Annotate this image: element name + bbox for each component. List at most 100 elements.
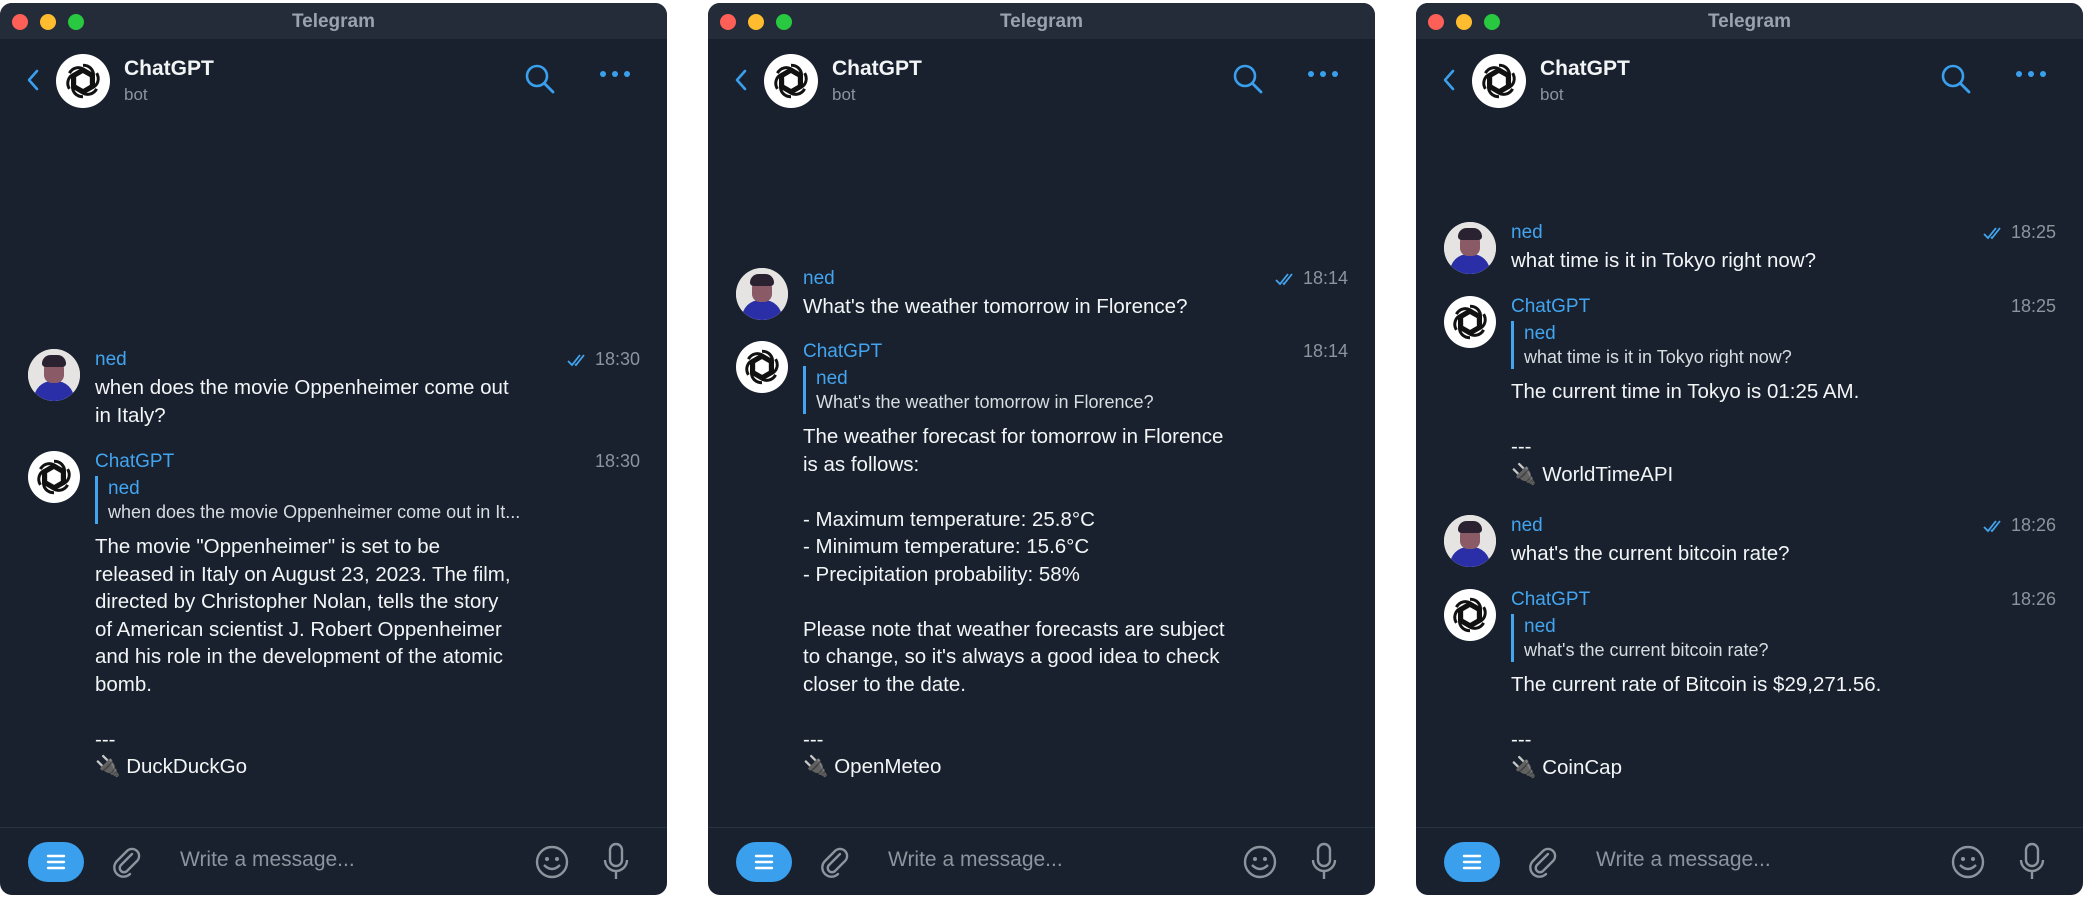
attach-icon[interactable] (112, 846, 142, 883)
chat-subtitle: bot (832, 85, 856, 104)
microphone-icon[interactable] (2019, 842, 2045, 887)
message-ned[interactable]: ned 18:25 what time is it in Tokyo right… (1444, 222, 2056, 278)
bot-menu-button[interactable] (28, 842, 84, 882)
message-input[interactable]: Write a message... (180, 848, 355, 872)
search-icon[interactable] (1940, 63, 1972, 100)
message-sender[interactable]: ChatGPT (1511, 589, 1590, 611)
composer: Write a message... (708, 827, 1375, 895)
message-time: 18:25 (2010, 296, 2056, 316)
window-title: Telegram (999, 11, 1084, 32)
avatar[interactable] (1444, 515, 1496, 567)
read-check-icon (1983, 519, 2001, 532)
chat-avatar[interactable] (56, 54, 110, 108)
reply-text: what time is it in Tokyo right now? (1524, 347, 1792, 367)
avatar[interactable] (28, 451, 80, 503)
title-bar: Telegram (1416, 3, 2083, 39)
message-sender[interactable]: ChatGPT (803, 341, 882, 363)
message-chatgpt[interactable]: ChatGPT 18:26 ned what's the current bit… (1444, 589, 2056, 789)
message-text: when does the movie Oppenheimer come out… (95, 376, 509, 427)
reply-quote[interactable]: ned what's the current bitcoin rate? (1511, 614, 1984, 662)
read-check-icon (1275, 272, 1293, 285)
more-options-icon[interactable] (1308, 71, 1338, 77)
message-time: 18:26 (2010, 589, 2056, 609)
read-check-icon (567, 353, 585, 366)
message-chatgpt[interactable]: ChatGPT 18:14 ned What's the weather tom… (736, 341, 1348, 791)
message-sender[interactable]: ned (1511, 222, 1543, 244)
avatar[interactable] (28, 349, 80, 401)
chat-avatar[interactable] (764, 54, 818, 108)
message-chatgpt[interactable]: ChatGPT 18:25 ned what time is it in Tok… (1444, 296, 2056, 486)
message-ned[interactable]: ned 18:30 when does the movie Oppenheime… (28, 349, 640, 429)
reply-quote[interactable]: ned when does the movie Oppenheimer come… (95, 476, 568, 524)
message-sender[interactable]: ned (803, 268, 835, 290)
message-sender[interactable]: ned (95, 349, 127, 371)
reply-quote[interactable]: ned What's the weather tomorrow in Flore… (803, 366, 1276, 414)
window-title: Telegram (291, 11, 376, 32)
chat-avatar[interactable] (1472, 54, 1526, 108)
reply-sender: ned (108, 478, 140, 499)
message-ned[interactable]: ned 18:26 what's the current bitcoin rat… (1444, 515, 2056, 571)
reply-quote[interactable]: ned what time is it in Tokyo right now? (1511, 321, 1984, 369)
message-text: what's the current bitcoin rate? (1511, 542, 1790, 565)
search-icon[interactable] (524, 63, 556, 100)
chat-name[interactable]: ChatGPT (124, 57, 214, 81)
composer: Write a message... (1416, 827, 2083, 895)
emoji-icon[interactable] (534, 844, 570, 885)
message-time: 18:25 (1983, 222, 2056, 243)
message-sender[interactable]: ChatGPT (1511, 296, 1590, 318)
telegram-window-1: Telegram ChatGPT bot ned 18:30 when does… (0, 3, 667, 895)
composer: Write a message... (0, 827, 667, 895)
avatar[interactable] (736, 268, 788, 320)
attach-icon[interactable] (1528, 846, 1558, 883)
message-text: what time is it in Tokyo right now? (1511, 249, 1816, 272)
message-time: 18:26 (1983, 515, 2056, 536)
message-sender[interactable]: ned (1511, 515, 1543, 537)
chat-subtitle: bot (1540, 85, 1564, 104)
back-arrow-icon[interactable] (26, 68, 40, 97)
read-check-icon (1983, 226, 2001, 239)
emoji-icon[interactable] (1242, 844, 1278, 885)
avatar[interactable] (1444, 589, 1496, 641)
telegram-window-3: Telegram ChatGPT bot ned 18:25 what time… (1416, 3, 2083, 895)
telegram-window-2: Telegram ChatGPT bot ned 18:14 What's th… (708, 3, 1375, 895)
reply-text: when does the movie Oppenheimer come out… (108, 502, 521, 522)
message-text: The movie "Oppenheimer" is set to be rel… (95, 535, 511, 778)
reply-sender: ned (1524, 616, 1556, 637)
reply-sender: ned (1524, 323, 1556, 344)
bot-menu-button[interactable] (736, 842, 792, 882)
message-text: What's the weather tomorrow in Florence? (803, 295, 1188, 318)
message-sender[interactable]: ChatGPT (95, 451, 174, 473)
reply-sender: ned (816, 368, 848, 389)
more-options-icon[interactable] (600, 71, 630, 77)
message-text: The current time in Tokyo is 01:25 AM. -… (1511, 380, 1860, 486)
message-time: 18:30 (594, 451, 640, 471)
chat-header: ChatGPT bot (708, 39, 1375, 121)
window-title: Telegram (1707, 11, 1792, 32)
message-input[interactable]: Write a message... (1596, 848, 1771, 872)
message-time: 18:14 (1302, 341, 1348, 361)
message-chatgpt[interactable]: ChatGPT 18:30 ned when does the movie Op… (28, 451, 640, 791)
microphone-icon[interactable] (603, 842, 629, 887)
back-arrow-icon[interactable] (734, 68, 748, 97)
more-options-icon[interactable] (2016, 71, 2046, 77)
chat-name[interactable]: ChatGPT (1540, 57, 1630, 81)
avatar[interactable] (736, 341, 788, 393)
title-bar: Telegram (708, 3, 1375, 39)
bot-menu-button[interactable] (1444, 842, 1500, 882)
reply-text: what's the current bitcoin rate? (1524, 640, 1769, 660)
message-input[interactable]: Write a message... (888, 848, 1063, 872)
message-text: The current rate of Bitcoin is $29,271.5… (1511, 673, 1882, 779)
avatar[interactable] (1444, 222, 1496, 274)
title-bar: Telegram (0, 3, 667, 39)
message-time: 18:30 (567, 349, 640, 370)
attach-icon[interactable] (820, 846, 850, 883)
back-arrow-icon[interactable] (1442, 68, 1456, 97)
chat-header: ChatGPT bot (0, 39, 667, 121)
chat-name[interactable]: ChatGPT (832, 57, 922, 81)
chat-subtitle: bot (124, 85, 148, 104)
message-ned[interactable]: ned 18:14 What's the weather tomorrow in… (736, 268, 1348, 324)
emoji-icon[interactable] (1950, 844, 1986, 885)
microphone-icon[interactable] (1311, 842, 1337, 887)
avatar[interactable] (1444, 296, 1496, 348)
search-icon[interactable] (1232, 63, 1264, 100)
